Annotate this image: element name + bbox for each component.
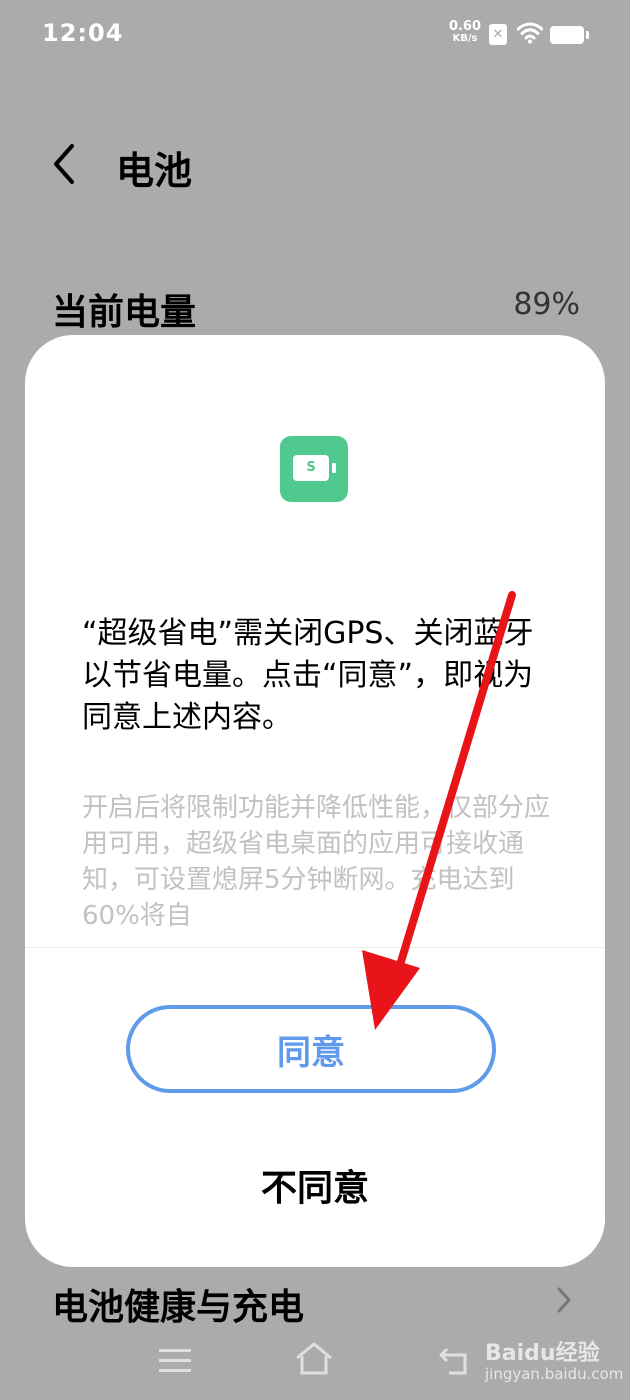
- dialog-divider: [25, 947, 605, 948]
- page-title: 电池: [116, 149, 193, 193]
- current-charge-row: 当前电量 89%: [52, 283, 580, 333]
- watermark-brand: Baidu经验: [485, 1341, 600, 1366]
- network-speed-value: 0.60: [448, 19, 482, 34]
- wifi-icon: [517, 22, 543, 44]
- status-bar: 12:04 0.60 KB/s ✕: [0, 0, 630, 70]
- home-icon[interactable]: [294, 1341, 334, 1377]
- battery-tip: [332, 463, 336, 473]
- x-sim-icon: ✕: [489, 24, 507, 45]
- agree-button[interactable]: 同意: [126, 1005, 496, 1093]
- menu-icon[interactable]: [158, 1346, 192, 1376]
- back-icon[interactable]: [437, 1343, 473, 1377]
- battery-s-icon: S: [293, 455, 329, 481]
- battery-health-label: 电池健康与充电: [52, 1287, 305, 1328]
- dialog-message: “超级省电”需关闭GPS、关闭蓝牙以节省电量。点击“同意”，即视为同意上述内容。: [82, 616, 534, 735]
- network-speed: 0.60 KB/s: [446, 19, 484, 45]
- dialog-detail-text[interactable]: 开启后将限制功能并降低性能，仅部分应用可用，超级省电桌面的应用可接收通知，可设置…: [82, 790, 552, 940]
- network-speed-unit: KB/s: [452, 33, 478, 44]
- super-power-saving-dialog: S “超级省电”需关闭GPS、关闭蓝牙以节省电量。点击“同意”，即视为同意上述内…: [25, 335, 605, 1267]
- back-chevron-icon[interactable]: [50, 142, 78, 186]
- battery-health-row[interactable]: 电池健康与充电: [52, 1278, 580, 1328]
- power-saving-app-icon: S: [280, 436, 348, 502]
- clock: 12:04: [42, 19, 124, 47]
- disagree-button[interactable]: 不同意: [175, 1157, 455, 1213]
- current-charge-value: 89%: [513, 287, 580, 322]
- current-charge-label: 当前电量: [52, 292, 197, 333]
- chevron-right-icon: [557, 1287, 571, 1313]
- watermark-site: jingyan.baidu.com: [485, 1365, 624, 1383]
- baidu-watermark: Baidu经验 jingyan.baidu.com: [485, 1335, 623, 1383]
- battery-icon: [550, 26, 589, 44]
